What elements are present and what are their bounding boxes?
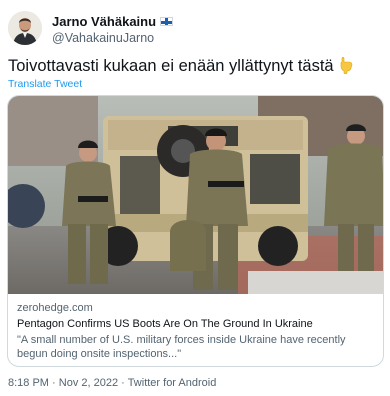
card-title[interactable]: Pentagon Confirms US Boots Are On The Gr… [17, 318, 375, 330]
card-meta: zerohedge.com Pentagon Confirms US Boots… [17, 302, 375, 361]
tweet-header: Jarno Vähäkainu @VahakainuJarno [8, 11, 378, 47]
card-image[interactable] [8, 96, 383, 294]
card-domain: zerohedge.com [17, 302, 93, 314]
card-description: "A small number of U.S. military forces … [17, 334, 346, 360]
tweet-date[interactable]: Nov 2, 2022 [59, 377, 118, 389]
translate-tweet-link[interactable]: Translate Tweet [8, 78, 82, 90]
tweet-source[interactable]: Twitter for Android [128, 377, 217, 389]
finland-flag-icon [160, 16, 174, 26]
display-name[interactable]: Jarno Vähäkainu [52, 14, 156, 29]
avatar[interactable] [8, 11, 42, 45]
separator: · [121, 377, 125, 389]
tweet-text-content: Toivottavasti kukaan ei enään yllättynyt… [8, 57, 334, 75]
name-row: Jarno Vähäkainu [52, 13, 174, 29]
user-handle[interactable]: @VahakainuJarno [52, 31, 173, 45]
soldiers-photo [8, 96, 383, 294]
pointing-down-hand-icon [340, 56, 353, 74]
separator: · [52, 377, 56, 389]
tweet-text: Toivottavasti kukaan ei enään yllättynyt… [8, 56, 354, 76]
author-block: Jarno Vähäkainu @VahakainuJarno [52, 13, 174, 45]
profile-photo [8, 11, 42, 45]
tweet-footer: 8:18 PM · Nov 2, 2022 · Twitter for Andr… [8, 377, 216, 389]
tweet-time[interactable]: 8:18 PM [8, 377, 49, 389]
link-card[interactable]: zerohedge.com Pentagon Confirms US Boots… [7, 95, 384, 367]
